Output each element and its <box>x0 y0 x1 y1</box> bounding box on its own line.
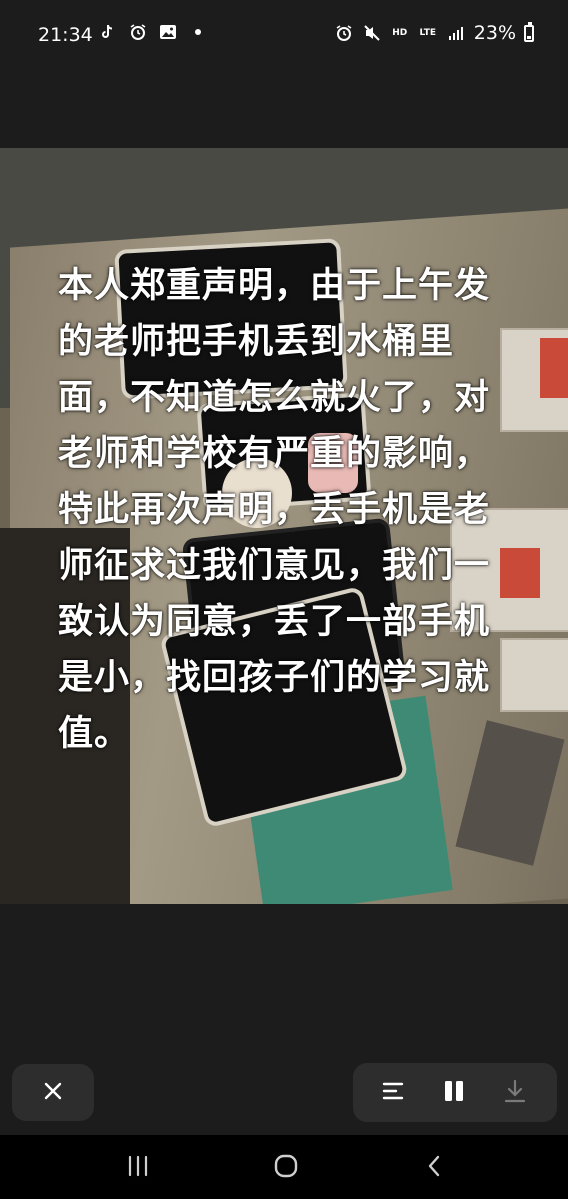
back-button[interactable] <box>414 1151 454 1185</box>
home-icon <box>273 1153 299 1183</box>
battery-icon <box>524 21 534 42</box>
pause-icon <box>443 1080 465 1106</box>
back-icon <box>426 1154 442 1182</box>
hd-icon: HD <box>392 27 408 38</box>
media-controls <box>353 1063 557 1122</box>
clock: 21:34 <box>38 24 93 46</box>
gallery-icon <box>158 22 178 42</box>
close-icon <box>43 1081 63 1105</box>
media-viewer[interactable]: 本人郑重声明，由于上午发的老师把手机丢到水桶里面，不知道怎么就火了，对老师和学校… <box>0 148 568 904</box>
pause-button[interactable] <box>439 1078 469 1108</box>
navigation-bar <box>0 1135 568 1199</box>
close-button[interactable] <box>12 1064 94 1121</box>
alarm-icon <box>334 23 354 43</box>
alarm-icon <box>128 22 148 42</box>
menu-button[interactable] <box>378 1078 408 1108</box>
recents-icon <box>126 1155 150 1181</box>
notification-icons <box>98 22 208 42</box>
mute-icon <box>362 23 382 43</box>
system-icons: HD LTE 23% <box>334 21 534 44</box>
tiktok-icon <box>98 22 118 42</box>
overlay-caption: 本人郑重声明，由于上午发的老师把手机丢到水桶里面，不知道怎么就火了，对老师和学校… <box>58 266 491 754</box>
download-icon <box>504 1079 526 1107</box>
photo-box-label <box>540 338 568 398</box>
status-bar: 21:34 HD LTE 23% <box>0 0 568 72</box>
signal-icon <box>446 23 466 43</box>
download-button[interactable] <box>500 1078 530 1108</box>
home-button[interactable] <box>266 1151 306 1185</box>
dot-icon <box>188 22 208 42</box>
battery-percent: 23% <box>473 22 516 44</box>
menu-icon <box>382 1081 404 1105</box>
recents-button[interactable] <box>118 1151 158 1185</box>
lte-icon: LTE <box>419 27 437 38</box>
